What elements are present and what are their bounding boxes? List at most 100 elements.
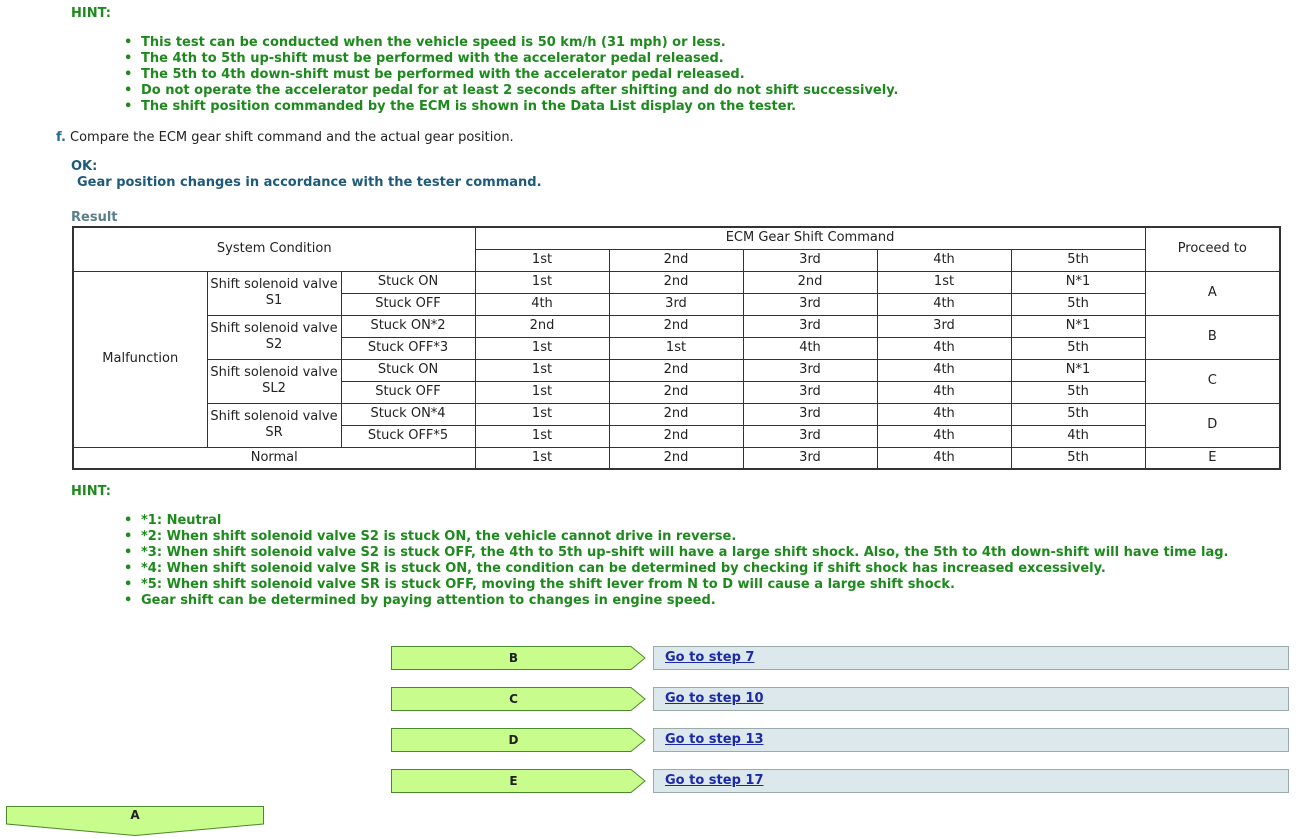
result-label: E bbox=[509, 774, 518, 788]
gear-cell: 4th bbox=[742, 336, 878, 360]
go-to-step-link[interactable]: Go to step 10 bbox=[665, 691, 764, 706]
hint-item: *1: Neutral bbox=[122, 513, 1229, 529]
valve-state: Stuck ON bbox=[340, 270, 476, 294]
gear-cell: 4th bbox=[876, 358, 1012, 382]
gear-cell: 5th bbox=[1010, 402, 1146, 426]
gear-cell: 5th bbox=[1010, 446, 1146, 470]
malfunction-label: Malfunction bbox=[72, 270, 208, 448]
header-gear: 2nd bbox=[608, 248, 744, 272]
gear-cell: 4th bbox=[474, 292, 610, 316]
next-result-label: A bbox=[130, 808, 140, 822]
gear-cell: 1st bbox=[474, 402, 610, 426]
valve-state: Stuck ON bbox=[340, 358, 476, 382]
gear-cell: 5th bbox=[1010, 380, 1146, 404]
gear-cell: 4th bbox=[876, 424, 1012, 448]
link-box: Go to step 17 bbox=[653, 769, 1289, 793]
gear-cell: 3rd bbox=[742, 402, 878, 426]
valve-state: Stuck OFF*5 bbox=[340, 424, 476, 448]
step-letter: f. bbox=[56, 130, 66, 145]
gear-cell: 2nd bbox=[608, 424, 744, 448]
result-label: B bbox=[508, 651, 519, 665]
hint-item: *3: When shift solenoid valve S2 is stuc… bbox=[122, 545, 1229, 561]
go-to-step-link[interactable]: Go to step 7 bbox=[665, 650, 754, 665]
header-gear: 1st bbox=[474, 248, 610, 272]
hint-list: This test can be conducted when the vehi… bbox=[122, 35, 898, 115]
hint-title: HINT: bbox=[71, 6, 111, 21]
header-proceed: Proceed to bbox=[1144, 226, 1281, 272]
gear-cell: 4th bbox=[876, 336, 1012, 360]
hint-item: *4: When shift solenoid valve SR is stuc… bbox=[122, 561, 1229, 577]
ok-title: OK: bbox=[71, 159, 98, 174]
gear-cell: 3rd bbox=[876, 314, 1012, 338]
hint-item: Gear shift can be determined by paying a… bbox=[122, 593, 1229, 609]
gear-cell: 2nd bbox=[474, 314, 610, 338]
gear-cell: 2nd bbox=[742, 270, 878, 294]
hint-item: This test can be conducted when the vehi… bbox=[122, 35, 898, 51]
gear-cell: 3rd bbox=[742, 314, 878, 338]
hint-title: HINT: bbox=[71, 484, 111, 499]
gear-cell: 2nd bbox=[608, 314, 744, 338]
valve-name: Shift solenoid valve SR bbox=[206, 402, 342, 448]
gear-cell: 1st bbox=[474, 380, 610, 404]
gear-cell: 3rd bbox=[742, 380, 878, 404]
go-to-step-link[interactable]: Go to step 17 bbox=[665, 773, 764, 788]
gear-cell: 3rd bbox=[608, 292, 744, 316]
proceed-cell: A bbox=[1144, 270, 1281, 316]
result-label: C bbox=[509, 692, 518, 706]
normal-label: Normal bbox=[72, 446, 476, 470]
valve-name: Shift solenoid valve S2 bbox=[206, 314, 342, 360]
link-box: Go to step 13 bbox=[653, 728, 1289, 752]
gear-cell: 2nd bbox=[608, 446, 744, 470]
hint-item: The 4th to 5th up-shift must be performe… bbox=[122, 51, 898, 67]
ok-text: Gear position changes in accordance with… bbox=[77, 175, 542, 190]
hint-item: The 5th to 4th down-shift must be perfor… bbox=[122, 67, 898, 83]
valve-name: Shift solenoid valve SL2 bbox=[206, 358, 342, 404]
gear-cell: 4th bbox=[876, 446, 1012, 470]
gear-cell: 4th bbox=[1010, 424, 1146, 448]
valve-name: Shift solenoid valve S1 bbox=[206, 270, 342, 316]
gear-cell: 5th bbox=[1010, 292, 1146, 316]
go-to-step-link[interactable]: Go to step 13 bbox=[665, 732, 764, 747]
gear-cell: N*1 bbox=[1010, 358, 1146, 382]
header-gear: 3rd bbox=[742, 248, 878, 272]
gear-cell: 3rd bbox=[742, 358, 878, 382]
gear-cell: 1st bbox=[608, 336, 744, 360]
gear-cell: 5th bbox=[1010, 336, 1146, 360]
step-text: Compare the ECM gear shift command and t… bbox=[70, 130, 514, 145]
link-box: Go to step 10 bbox=[653, 687, 1289, 711]
gear-cell: 1st bbox=[474, 270, 610, 294]
gear-cell: 1st bbox=[474, 424, 610, 448]
gear-cell: 4th bbox=[876, 402, 1012, 426]
result-label: D bbox=[508, 733, 519, 747]
gear-cell: 1st bbox=[474, 336, 610, 360]
proceed-cell: E bbox=[1144, 446, 1281, 470]
gear-cell: 4th bbox=[876, 380, 1012, 404]
step-instruction: f. Compare the ECM gear shift command an… bbox=[56, 130, 514, 145]
hint-list: *1: Neutral *2: When shift solenoid valv… bbox=[122, 513, 1229, 609]
proceed-cell: D bbox=[1144, 402, 1281, 448]
valve-state: Stuck OFF bbox=[340, 292, 476, 316]
gear-cell: 3rd bbox=[742, 292, 878, 316]
gear-cell: 2nd bbox=[608, 270, 744, 294]
valve-state: Stuck OFF*3 bbox=[340, 336, 476, 360]
hint-item: *2: When shift solenoid valve S2 is stuc… bbox=[122, 529, 1229, 545]
valve-state: Stuck ON*4 bbox=[340, 402, 476, 426]
gear-cell: 3rd bbox=[742, 424, 878, 448]
header-gear: 4th bbox=[876, 248, 1012, 272]
header-ecm-command: ECM Gear Shift Command bbox=[474, 226, 1146, 250]
valve-state: Stuck ON*2 bbox=[340, 314, 476, 338]
hint-item: The shift position commanded by the ECM … bbox=[122, 99, 898, 115]
gear-cell: 2nd bbox=[608, 380, 744, 404]
proceed-cell: C bbox=[1144, 358, 1281, 404]
gear-cell: 1st bbox=[474, 446, 610, 470]
header-gear: 5th bbox=[1010, 248, 1146, 272]
valve-state: Stuck OFF bbox=[340, 380, 476, 404]
gear-cell: 4th bbox=[876, 292, 1012, 316]
hint-item: Do not operate the accelerator pedal for… bbox=[122, 83, 898, 99]
gear-cell: 1st bbox=[474, 358, 610, 382]
result-table: System Condition ECM Gear Shift Command … bbox=[72, 226, 1282, 470]
gear-cell: 1st bbox=[876, 270, 1012, 294]
header-system-condition: System Condition bbox=[72, 226, 476, 272]
hint-item: *5: When shift solenoid valve SR is stuc… bbox=[122, 577, 1229, 593]
link-box: Go to step 7 bbox=[653, 646, 1289, 670]
